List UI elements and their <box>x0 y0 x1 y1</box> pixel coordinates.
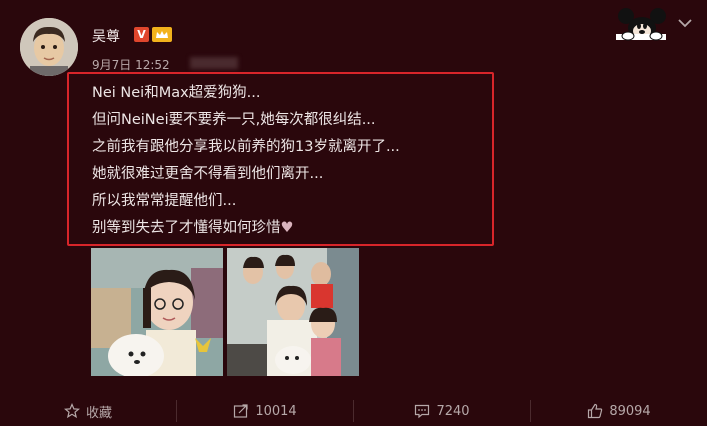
user-avatar[interactable] <box>20 18 78 76</box>
username[interactable]: 吴尊 <box>92 26 120 46</box>
post-photo-1[interactable] <box>91 248 223 376</box>
post-line: 之前我有跟他分享我以前养的狗13岁就离开了... <box>92 139 400 155</box>
post-line: 她就很难过更舍不得看到他们离开... <box>92 166 324 182</box>
post-line: 但问NeiNei要不要养一只,她每次都很纠结... <box>92 112 376 128</box>
blurred-source <box>190 57 238 69</box>
post-line: 别等到失去了才懂得如何珍惜♥ <box>92 220 294 236</box>
avatar-image <box>20 18 78 76</box>
repost-icon <box>234 404 248 418</box>
like-button[interactable]: 89094 <box>531 403 707 419</box>
chevron-down-icon[interactable] <box>678 18 692 28</box>
post-photo-2[interactable] <box>227 248 359 376</box>
post-text: Nei Nei和Max超爱狗狗... 但问NeiNei要不要养一只,她每次都很纠… <box>92 80 400 242</box>
post-line: 所以我常常提醒他们... <box>92 193 237 209</box>
comment-button[interactable]: 7240 <box>354 403 530 419</box>
crown-icon <box>152 27 172 42</box>
like-count: 89094 <box>609 403 651 419</box>
post-line: Nei Nei和Max超爱狗狗... <box>92 85 261 101</box>
favorite-label: 收藏 <box>85 405 112 421</box>
comment-count: 7240 <box>436 403 470 419</box>
comment-icon <box>415 404 430 419</box>
repost-count: 10014 <box>255 403 297 419</box>
verified-badge: V <box>134 27 149 42</box>
heart-emoji: ♥ <box>280 220 294 236</box>
repost-button[interactable]: 10014 <box>177 403 353 419</box>
action-bar: 收藏 10014 7240 89094 <box>0 396 707 426</box>
star-icon <box>63 403 80 419</box>
mickey-icon <box>616 8 666 41</box>
thumbs-up-icon <box>588 403 603 419</box>
favorite-button[interactable]: 收藏 <box>0 402 176 421</box>
post-date[interactable]: 9月7日 12:52 <box>92 56 170 73</box>
